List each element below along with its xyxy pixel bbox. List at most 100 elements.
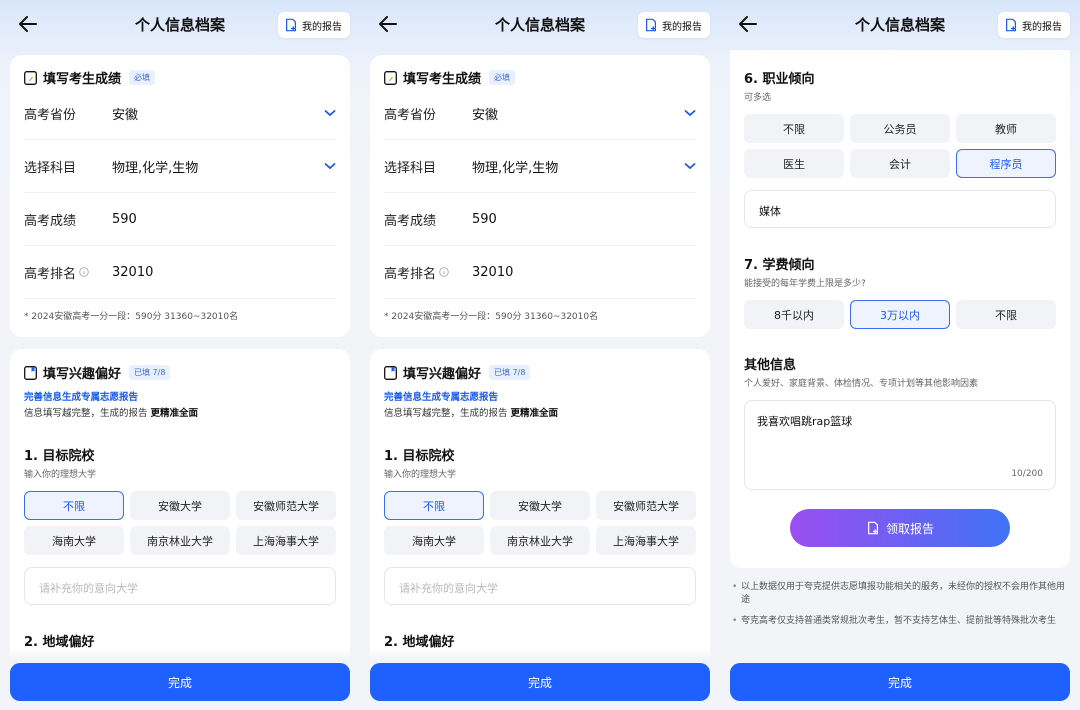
rank-label-wrap: 高考排名 — [24, 263, 112, 282]
career-chip-selected[interactable]: 程序员 — [956, 149, 1056, 178]
info-icon[interactable] — [79, 267, 89, 277]
required-badge: 必填 — [489, 70, 516, 85]
province-value: 安徽 — [472, 107, 499, 123]
info-icon[interactable] — [439, 267, 449, 277]
q1-hint: 输入你的理想大学 — [384, 470, 457, 480]
subnote-bold: 更精准全面 — [150, 408, 199, 419]
rank-row[interactable]: 高考排名 32010 — [24, 246, 336, 299]
subnote-text: 信息填写越完整，生成的报告 — [24, 408, 148, 419]
career-chip[interactable]: 公务员 — [850, 114, 950, 143]
score-label: 高考成绩 — [384, 213, 437, 229]
my-report-button[interactable]: 我的报告 — [998, 12, 1070, 38]
subjects-row[interactable]: 选择科目 物理,化学,生物 — [24, 140, 336, 193]
score-section-header: 填写考生成绩 必填 — [384, 68, 516, 87]
screens: 个人信息档案 我的报告 填写考生成绩 必填 高考省份 安徽 选择科目 物理,化学… — [0, 0, 1080, 710]
chevron-down-icon[interactable] — [684, 109, 696, 117]
university-input[interactable]: 请补充你的意向大学 — [24, 567, 336, 605]
option-chip-selected[interactable]: 不限 — [24, 491, 124, 520]
option-chip[interactable]: 安徽师范大学 — [236, 491, 336, 520]
phone-screen-3: 个人信息档案 我的报告 6. 职业倾向 可多选 不限 公务员 教师 医生 会计 … — [720, 0, 1080, 710]
option-chip[interactable]: 安徽师范大学 — [596, 491, 696, 520]
other-info-textarea[interactable]: 我喜欢唱跳rap篮球 10/200 — [744, 400, 1056, 490]
report-doc-icon — [1006, 18, 1016, 32]
my-report-button[interactable]: 我的报告 — [278, 12, 350, 38]
option-chip[interactable]: 南京林业大学 — [490, 526, 590, 555]
score-value[interactable]: 590 — [112, 212, 336, 227]
province-row[interactable]: 高考省份 安徽 — [24, 87, 336, 140]
char-counter: 10/200 — [1011, 469, 1043, 479]
subjects-row[interactable]: 选择科目 物理,化学,生物 — [384, 140, 696, 193]
subjects-label: 选择科目 — [24, 160, 77, 176]
score-note: * 2024安徽高考一分一段：590分 31360~32010名 — [24, 312, 239, 322]
interest-section-title: 填写兴趣偏好 — [403, 367, 482, 382]
option-chip[interactable]: 上海海事大学 — [236, 526, 336, 555]
disclaimer-2: 夸克高考仅支持普通类常规批次考生，暂不支持艺体生、提前批等特殊批次考生 — [732, 615, 1068, 628]
option-chip[interactable]: 安徽大学 — [490, 491, 590, 520]
option-chip[interactable]: 海南大学 — [384, 526, 484, 555]
q6-hint: 可多选 — [744, 93, 772, 103]
get-report-button[interactable]: 领取报告 — [790, 509, 1010, 547]
option-chip-selected[interactable]: 不限 — [384, 491, 484, 520]
score-row[interactable]: 高考成绩 590 — [24, 193, 336, 246]
done-button[interactable]: 完成 — [10, 663, 350, 701]
done-button[interactable]: 完成 — [370, 663, 710, 701]
score-section-title: 填写考生成绩 — [43, 72, 122, 87]
subjects-value: 物理,化学,生物 — [112, 160, 199, 176]
complete-info-link[interactable]: 完善信息生成专属志愿报告 — [24, 389, 138, 403]
rank-label: 高考排名 — [384, 266, 437, 282]
bookmark-doc-icon — [384, 365, 397, 380]
tuition-chip[interactable]: 8千以内 — [744, 300, 844, 329]
tuition-chip[interactable]: 不限 — [956, 300, 1056, 329]
my-report-button[interactable]: 我的报告 — [638, 12, 710, 38]
phone-screen-1: 个人信息档案 我的报告 填写考生成绩 必填 高考省份 安徽 选择科目 物理,化学… — [0, 0, 360, 710]
filled-badge: 已填 7/8 — [129, 365, 171, 380]
complete-info-link[interactable]: 完善信息生成专属志愿报告 — [384, 389, 498, 403]
tuition-chip-selected[interactable]: 3万以内 — [850, 300, 950, 329]
subjects-value: 物理,化学,生物 — [472, 160, 559, 176]
q7-title: 7. 学费倾向 — [744, 258, 815, 273]
chevron-down-icon[interactable] — [684, 162, 696, 170]
interest-subnote: 信息填写越完整，生成的报告 更精准全面 — [384, 405, 558, 419]
required-badge: 必填 — [129, 70, 156, 85]
chevron-down-icon[interactable] — [324, 162, 336, 170]
province-row[interactable]: 高考省份 安徽 — [384, 87, 696, 140]
score-section-title: 填写考生成绩 — [403, 72, 482, 87]
option-chip[interactable]: 南京林业大学 — [130, 526, 230, 555]
university-input[interactable]: 请补充你的意向大学 — [384, 567, 696, 605]
other-info-title: 其他信息 — [744, 358, 797, 373]
other-info-value: 我喜欢唱跳rap篮球 — [757, 415, 853, 428]
done-button[interactable]: 完成 — [730, 663, 1070, 701]
other-info-hint: 个人爱好、家庭背景、体检情况、专项计划等其他影响因素 — [744, 379, 979, 389]
interest-subnote: 信息填写越完整，生成的报告 更精准全面 — [24, 405, 198, 419]
rank-value[interactable]: 32010 — [112, 265, 336, 280]
q7-hint: 能接受的每年学费上限是多少? — [744, 279, 866, 289]
disclaimer-1: 以上数据仅用于夸克提供志愿填报功能相关的服务，未经你的授权不会用作其他用途 — [732, 581, 1068, 607]
rank-label-wrap: 高考排名 — [384, 263, 472, 282]
rank-value[interactable]: 32010 — [472, 265, 696, 280]
career-chip[interactable]: 医生 — [744, 149, 844, 178]
subnote-bold: 更精准全面 — [510, 408, 559, 419]
career-chip[interactable]: 教师 — [956, 114, 1056, 143]
subnote-text: 信息填写越完整，生成的报告 — [384, 408, 508, 419]
q1-hint: 输入你的理想大学 — [24, 470, 97, 480]
score-value[interactable]: 590 — [472, 212, 696, 227]
q1-title: 1. 目标院校 — [384, 449, 455, 464]
score-row[interactable]: 高考成绩 590 — [384, 193, 696, 246]
chevron-down-icon[interactable] — [324, 109, 336, 117]
report-doc-icon — [646, 18, 656, 32]
pencil-doc-icon — [384, 70, 397, 85]
rank-row[interactable]: 高考排名 32010 — [384, 246, 696, 299]
option-chip[interactable]: 海南大学 — [24, 526, 124, 555]
interest-section-header: 填写兴趣偏好 已填 7/8 — [24, 363, 171, 382]
phone-screen-2: 个人信息档案 我的报告 填写考生成绩 必填 高考省份 安徽 选择科目 物理,化学… — [360, 0, 720, 710]
career-chip[interactable]: 会计 — [850, 149, 950, 178]
my-report-label: 我的报告 — [662, 21, 702, 33]
province-label: 高考省份 — [384, 107, 437, 123]
career-extra-input[interactable]: 媒体 — [744, 190, 1056, 228]
interest-section-header: 填写兴趣偏好 已填 7/8 — [384, 363, 531, 382]
option-chip[interactable]: 安徽大学 — [130, 491, 230, 520]
option-chip[interactable]: 上海海事大学 — [596, 526, 696, 555]
subjects-label: 选择科目 — [384, 160, 437, 176]
score-section-header: 填写考生成绩 必填 — [24, 68, 156, 87]
career-chip[interactable]: 不限 — [744, 114, 844, 143]
